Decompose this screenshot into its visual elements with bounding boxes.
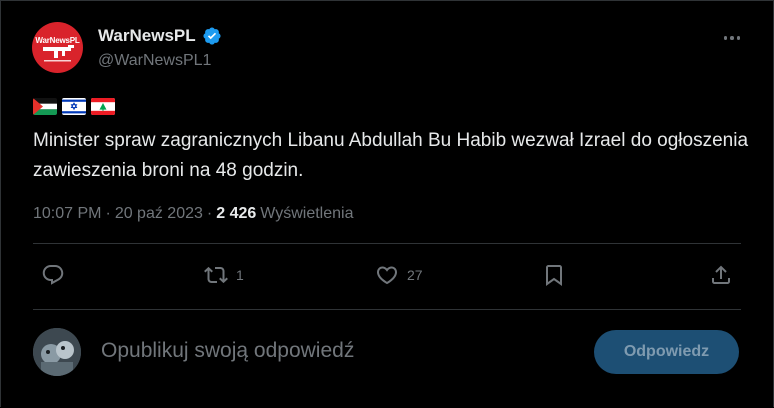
lebanon-flag-icon bbox=[91, 98, 115, 115]
divider bbox=[33, 243, 741, 244]
more-options-icon[interactable] bbox=[720, 28, 744, 48]
heart-icon bbox=[376, 266, 398, 285]
reply-input[interactable] bbox=[99, 338, 563, 364]
flag-emoji-row bbox=[33, 98, 115, 115]
meta-separator-2: · bbox=[206, 205, 213, 222]
share-button[interactable] bbox=[709, 263, 733, 287]
palestine-flag-icon bbox=[33, 98, 57, 115]
author-handle[interactable]: @WarNewsPL1 bbox=[98, 52, 211, 70]
tweet-metadata: 10:07 PM · 20 paź 2023 · 2 426 Wyświetle… bbox=[33, 205, 353, 223]
author-display-name[interactable]: WarNewsPL bbox=[98, 26, 196, 46]
author-avatar[interactable]: WarNewsPL bbox=[32, 22, 83, 73]
retweet-count: 1 bbox=[236, 267, 244, 283]
israel-flag-icon bbox=[62, 98, 86, 115]
reply-icon bbox=[42, 265, 64, 285]
verified-badge-icon[interactable] bbox=[202, 26, 222, 46]
like-button[interactable]: 27 bbox=[375, 263, 423, 287]
retweet-button[interactable]: 1 bbox=[204, 263, 244, 287]
bookmark-icon bbox=[546, 265, 562, 286]
like-count: 27 bbox=[407, 267, 423, 283]
views-label[interactable]: Wyświetlenia bbox=[260, 205, 353, 223]
bookmark-button[interactable] bbox=[542, 263, 566, 287]
user-avatar-image bbox=[33, 328, 81, 376]
tweet-date[interactable]: 20 paź 2023 bbox=[115, 205, 203, 223]
tweet-actions: 1 27 bbox=[0, 263, 774, 291]
retweet-icon bbox=[204, 266, 228, 284]
divider bbox=[33, 309, 741, 310]
rifle-icon bbox=[43, 45, 74, 62]
user-avatar[interactable] bbox=[33, 328, 81, 376]
reply-button[interactable] bbox=[41, 263, 73, 287]
reply-submit-button[interactable]: Odpowiedz bbox=[594, 330, 739, 374]
share-icon bbox=[712, 265, 730, 284]
tweet-text: Minister spraw zagranicznych Libanu Abdu… bbox=[33, 130, 749, 181]
views-count[interactable]: 2 426 bbox=[216, 205, 256, 223]
tweet-time[interactable]: 10:07 PM bbox=[33, 205, 101, 223]
meta-separator: · bbox=[105, 205, 111, 222]
